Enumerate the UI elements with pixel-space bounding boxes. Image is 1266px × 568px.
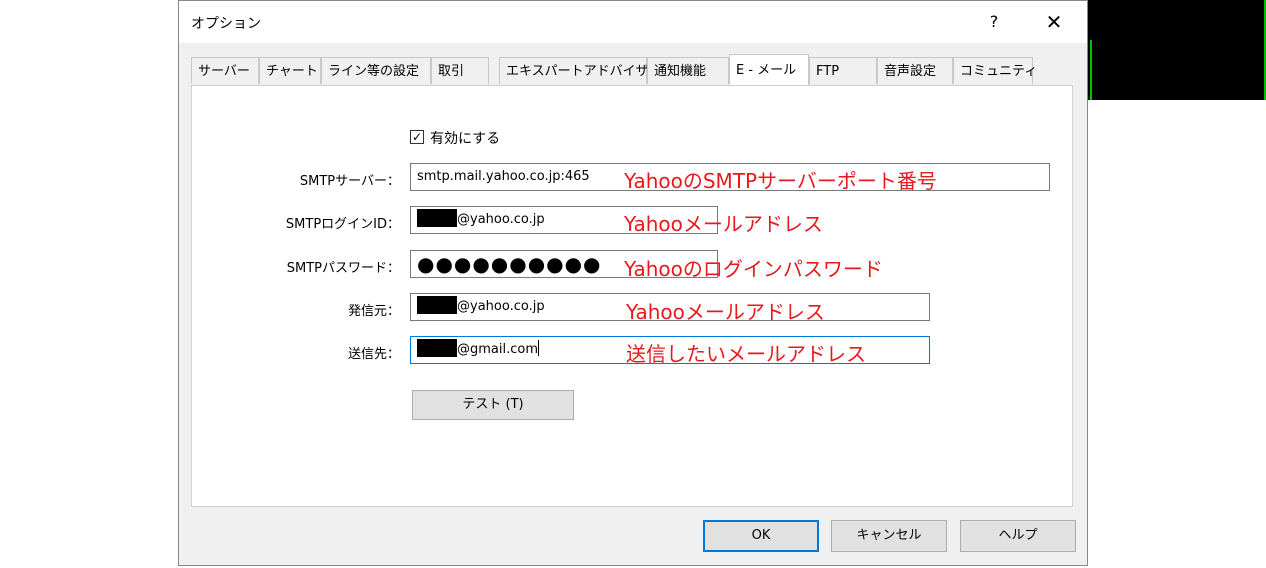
tab-community[interactable]: コミュニティ	[953, 57, 1037, 84]
tab-chart[interactable]: チャート	[259, 57, 321, 84]
redacted-block	[417, 296, 457, 314]
background-left	[0, 0, 178, 568]
tab-trade[interactable]: 取引	[431, 57, 489, 84]
redacted-block	[417, 209, 457, 227]
tab-sound[interactable]: 音声設定	[877, 57, 953, 84]
annotation-password: Yahooのログインパスワード	[624, 257, 883, 281]
title-bar: オプション ? ✕	[179, 1, 1087, 43]
enable-label: 有効にする	[430, 131, 501, 147]
background-chart	[1088, 0, 1266, 100]
close-icon[interactable]: ✕	[1039, 7, 1069, 37]
tab-line-settings[interactable]: ライン等の設定	[321, 57, 431, 84]
redacted-block	[417, 339, 457, 357]
options-dialog: オプション ? ✕ サーバー チャート ライン等の設定 取引 エキスパートアドバ…	[178, 0, 1088, 566]
smtp-login-value: @yahoo.co.jp	[457, 212, 545, 227]
annotation-login: Yahooメールアドレス	[624, 212, 823, 236]
enable-checkbox[interactable]: ✓	[410, 130, 424, 144]
smtp-login-label: SMTPログインID：	[285, 217, 400, 232]
tab-expert-advisor[interactable]: エキスパートアドバイザ	[499, 57, 649, 84]
dialog-title: オプション	[191, 16, 261, 32]
tab-notifications[interactable]: 通知機能	[647, 57, 729, 84]
smtp-password-label: SMTPパスワード：	[286, 261, 400, 276]
from-value: @yahoo.co.jp	[457, 299, 545, 314]
annotation-to: 送信したいメールアドレス	[626, 342, 866, 366]
to-value: @gmail.com	[457, 342, 539, 357]
help-button[interactable]: ヘルプ	[960, 520, 1076, 552]
help-icon[interactable]: ?	[979, 7, 1009, 37]
cancel-button[interactable]: キャンセル	[831, 520, 947, 552]
to-label: 送信先：	[347, 347, 400, 362]
smtp-password-value: ●●●●●●●●●●	[417, 252, 602, 276]
annotation-server: YahooのSMTPサーバーポート番号	[624, 169, 937, 193]
tab-server[interactable]: サーバー	[191, 57, 259, 84]
smtp-server-label: SMTPサーバー：	[299, 174, 400, 189]
text-caret	[538, 340, 540, 356]
tab-ftp[interactable]: FTP	[809, 57, 877, 84]
test-button[interactable]: テスト (T)	[412, 390, 574, 420]
tab-email[interactable]: E - メール	[729, 54, 809, 85]
annotation-from: Yahooメールアドレス	[626, 300, 825, 324]
email-settings-panel: ✓ 有効にする SMTPサーバー： smtp.mail.yahoo.co.jp:…	[191, 85, 1073, 507]
ok-button[interactable]: OK	[703, 520, 819, 552]
from-label: 発信元：	[347, 304, 400, 319]
smtp-server-value: smtp.mail.yahoo.co.jp:465	[417, 169, 590, 184]
